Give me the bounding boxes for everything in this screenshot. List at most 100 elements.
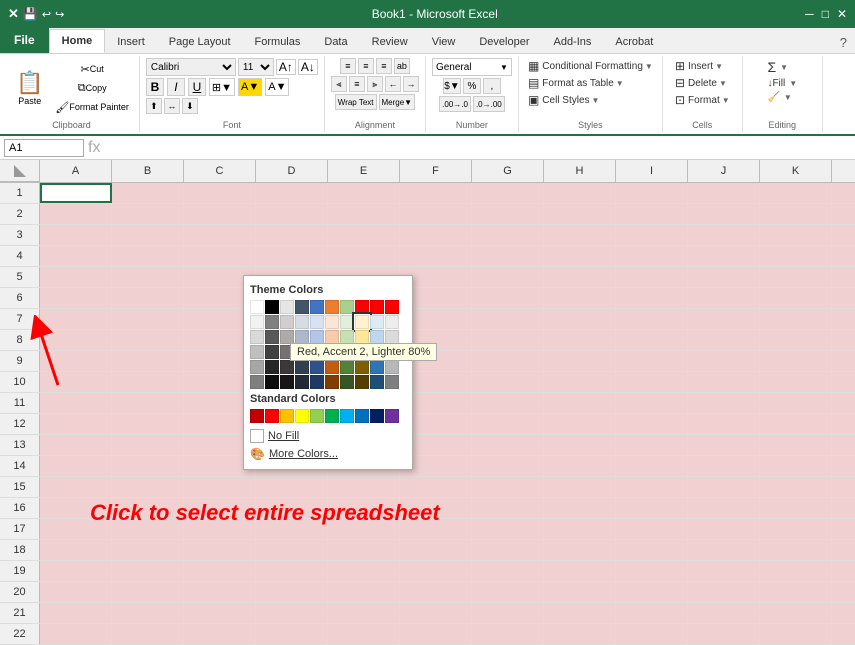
theme-color-swatch[interactable]	[295, 330, 309, 344]
spreadsheet-cell[interactable]	[40, 624, 112, 644]
theme-color-swatch[interactable]	[325, 360, 339, 374]
spreadsheet-cell[interactable]	[616, 288, 688, 308]
font-shrink-button[interactable]: A↓	[298, 59, 318, 75]
row-header-11[interactable]: 11	[0, 393, 40, 413]
spreadsheet-cell[interactable]	[400, 183, 472, 203]
spreadsheet-cell[interactable]	[544, 288, 616, 308]
row-header-4[interactable]: 4	[0, 246, 40, 266]
row-header-20[interactable]: 20	[0, 582, 40, 602]
spreadsheet-cell[interactable]	[40, 435, 112, 455]
spreadsheet-cell[interactable]	[544, 330, 616, 350]
spreadsheet-cell[interactable]	[832, 540, 855, 560]
tab-file[interactable]: File	[0, 27, 49, 53]
tab-review[interactable]: Review	[360, 29, 420, 53]
spreadsheet-cell[interactable]	[400, 603, 472, 623]
increase-decimal-button[interactable]: .0→.00	[473, 96, 505, 112]
theme-color-swatch[interactable]	[340, 330, 354, 344]
tab-data[interactable]: Data	[312, 29, 359, 53]
spreadsheet-cell[interactable]	[544, 477, 616, 497]
col-header-L[interactable]: L	[832, 160, 855, 182]
spreadsheet-cell[interactable]	[112, 309, 184, 329]
spreadsheet-cell[interactable]	[184, 183, 256, 203]
spreadsheet-cell[interactable]	[688, 561, 760, 581]
theme-color-swatch[interactable]	[385, 300, 399, 314]
spreadsheet-cell[interactable]	[112, 498, 184, 518]
theme-color-swatch[interactable]	[355, 360, 369, 374]
spreadsheet-cell[interactable]	[112, 267, 184, 287]
col-header-F[interactable]: F	[400, 160, 472, 182]
row-header-8[interactable]: 8	[0, 330, 40, 350]
spreadsheet-cell[interactable]	[40, 183, 112, 203]
spreadsheet-cell[interactable]	[544, 603, 616, 623]
spreadsheet-cell[interactable]	[472, 582, 544, 602]
delete-button[interactable]: ⊟ Delete ▼	[672, 75, 730, 91]
spreadsheet-cell[interactable]	[472, 540, 544, 560]
theme-color-swatch[interactable]	[325, 315, 339, 329]
spreadsheet-cell[interactable]	[688, 624, 760, 644]
spreadsheet-cell[interactable]	[328, 477, 400, 497]
spreadsheet-cell[interactable]	[256, 225, 328, 245]
border-button[interactable]: ⊞▼	[209, 78, 235, 96]
col-header-A[interactable]: A	[40, 160, 112, 182]
spreadsheet-cell[interactable]	[544, 582, 616, 602]
spreadsheet-cell[interactable]	[544, 246, 616, 266]
spreadsheet-cell[interactable]	[688, 246, 760, 266]
spreadsheet-cell[interactable]	[760, 519, 832, 539]
spreadsheet-cell[interactable]	[112, 183, 184, 203]
spreadsheet-cell[interactable]	[472, 624, 544, 644]
align-top-button[interactable]: ⬆	[146, 98, 162, 114]
theme-color-swatch[interactable]	[355, 375, 369, 389]
spreadsheet-cell[interactable]	[544, 204, 616, 224]
spreadsheet-cell[interactable]	[544, 183, 616, 203]
spreadsheet-cell[interactable]	[184, 477, 256, 497]
theme-color-swatch[interactable]	[280, 360, 294, 374]
col-header-E[interactable]: E	[328, 160, 400, 182]
theme-color-swatch[interactable]	[340, 315, 354, 329]
align-center-indent-button[interactable]: ≡	[358, 58, 374, 74]
theme-color-swatch[interactable]	[355, 315, 369, 329]
spreadsheet-cell[interactable]	[256, 246, 328, 266]
spreadsheet-cell[interactable]	[616, 456, 688, 476]
row-header-17[interactable]: 17	[0, 519, 40, 539]
theme-color-swatch[interactable]	[310, 300, 324, 314]
spreadsheet-cell[interactable]	[616, 435, 688, 455]
font-grow-button[interactable]: A↑	[276, 59, 296, 75]
theme-color-swatch[interactable]	[325, 375, 339, 389]
theme-color-swatch[interactable]	[280, 330, 294, 344]
select-all-button[interactable]	[0, 160, 40, 182]
spreadsheet-cell[interactable]	[400, 519, 472, 539]
theme-color-swatch[interactable]	[295, 360, 309, 374]
spreadsheet-cell[interactable]	[184, 519, 256, 539]
spreadsheet-cell[interactable]	[112, 204, 184, 224]
theme-color-swatch[interactable]	[265, 300, 279, 314]
theme-color-swatch[interactable]	[310, 330, 324, 344]
row-header-14[interactable]: 14	[0, 456, 40, 476]
spreadsheet-cell[interactable]	[616, 498, 688, 518]
theme-color-swatch[interactable]	[340, 345, 354, 359]
quick-access-undo[interactable]: ↩	[42, 8, 51, 21]
theme-color-swatch[interactable]	[310, 345, 324, 359]
standard-color-swatch[interactable]	[355, 409, 369, 423]
spreadsheet-cell[interactable]	[472, 435, 544, 455]
standard-color-swatch[interactable]	[250, 409, 264, 423]
theme-color-swatch[interactable]	[325, 330, 339, 344]
theme-color-swatch[interactable]	[370, 315, 384, 329]
spreadsheet-cell[interactable]	[760, 582, 832, 602]
spreadsheet-cell[interactable]	[760, 393, 832, 413]
spreadsheet-cell[interactable]	[40, 561, 112, 581]
align-bottom-button[interactable]: ⬇	[182, 98, 198, 114]
theme-color-swatch[interactable]	[385, 330, 399, 344]
spreadsheet-cell[interactable]	[328, 603, 400, 623]
spreadsheet-cell[interactable]	[40, 519, 112, 539]
spreadsheet-cell[interactable]	[40, 393, 112, 413]
spreadsheet-cell[interactable]	[544, 540, 616, 560]
spreadsheet-cell[interactable]	[616, 267, 688, 287]
bold-button[interactable]: B	[146, 78, 164, 96]
row-header-5[interactable]: 5	[0, 267, 40, 287]
spreadsheet-cell[interactable]	[832, 498, 855, 518]
spreadsheet-cell[interactable]	[400, 225, 472, 245]
spreadsheet-cell[interactable]	[832, 267, 855, 287]
theme-color-swatch[interactable]	[370, 330, 384, 344]
close-button[interactable]: ✕	[837, 7, 847, 21]
paste-button[interactable]: 📋 Paste	[10, 68, 49, 108]
